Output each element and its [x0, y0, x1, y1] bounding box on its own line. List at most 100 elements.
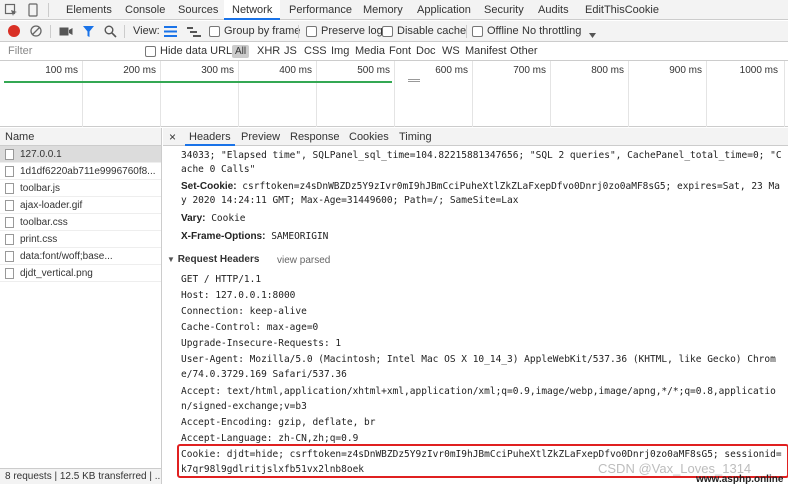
- timeline-gridline: [784, 61, 785, 127]
- filter-type-all[interactable]: All: [232, 45, 250, 58]
- request-name: ajax-loader.gif: [20, 200, 83, 211]
- tab-audits[interactable]: Audits: [538, 0, 569, 20]
- detail-tabbar: × Headers Preview Response Cookies Timin…: [163, 128, 788, 146]
- network-toolbar: View: Group by frame Preserve log Disabl…: [0, 21, 788, 42]
- inspect-element-icon[interactable]: [4, 3, 18, 17]
- hide-data-urls-label: Hide data URLs: [160, 45, 238, 57]
- disable-cache-checkbox[interactable]: [382, 26, 393, 37]
- tab-performance[interactable]: Performance: [289, 0, 352, 20]
- request-row[interactable]: print.css: [0, 231, 161, 248]
- timeline-tick: 800 ms: [591, 65, 624, 76]
- filter-type-manifest[interactable]: Manifest: [465, 42, 507, 61]
- filter-type-media[interactable]: Media: [355, 42, 385, 61]
- filter-funnel-icon[interactable]: [82, 25, 95, 41]
- request-headers-section[interactable]: ▼ Request Headers: [167, 254, 259, 265]
- timeline-gridline: [628, 61, 629, 127]
- preserve-log-checkbox[interactable]: [306, 26, 317, 37]
- device-toolbar-icon[interactable]: [26, 3, 40, 17]
- timeline-waterfall-bar: [4, 81, 392, 83]
- image-file-icon: [5, 268, 14, 279]
- request-name: data:font/woff;base...: [20, 251, 113, 262]
- timeline-gridline: [706, 61, 707, 127]
- tab-sources[interactable]: Sources: [178, 0, 218, 20]
- waterfall-overview-icon[interactable]: [187, 26, 201, 40]
- request-row[interactable]: toolbar.css: [0, 214, 161, 231]
- hide-data-urls-checkbox[interactable]: [145, 46, 156, 57]
- request-header-line: Accept-Encoding: gzip, deflate, br: [181, 417, 376, 428]
- filter-type-xhr[interactable]: XHR: [257, 42, 280, 61]
- tabbar-divider: [48, 3, 49, 17]
- header-key: X-Frame-Options:: [181, 231, 266, 242]
- filter-type-doc[interactable]: Doc: [416, 42, 436, 61]
- record-icon[interactable]: [8, 25, 20, 37]
- tab-editthiscookie[interactable]: EditThisCookie: [585, 0, 659, 20]
- timeline-gridline: [316, 61, 317, 127]
- tab-console[interactable]: Console: [125, 0, 165, 20]
- request-header-line: User-Agent: Mozilla/5.0 (Macintosh; Inte…: [181, 354, 776, 365]
- throttling-select[interactable]: No throttling: [522, 21, 581, 42]
- timeline-gridline: [160, 61, 161, 127]
- request-header-line: Accept: text/html,application/xhtml+xml,…: [181, 386, 776, 397]
- large-rows-icon[interactable]: [164, 26, 177, 40]
- screenshot-camera-icon[interactable]: [59, 26, 73, 40]
- filter-type-other[interactable]: Other: [510, 42, 538, 61]
- filter-type-font[interactable]: Font: [389, 42, 411, 61]
- filter-type-js[interactable]: JS: [284, 42, 297, 61]
- filter-type-ws[interactable]: WS: [442, 42, 460, 61]
- script-file-icon: [5, 183, 14, 194]
- timeline-tick: 500 ms: [357, 65, 390, 76]
- timeline-resource-marker: [408, 79, 420, 82]
- request-row[interactable]: toolbar.js: [0, 180, 161, 197]
- view-parsed-link[interactable]: view parsed: [277, 255, 330, 266]
- set-cookie-header: Set-Cookie: csrftoken=z4sDnWBZDz5Y9zIvr0…: [181, 181, 780, 192]
- image-file-icon: [5, 200, 14, 211]
- request-header-line: n/signed-exchange;v=b3: [181, 401, 307, 412]
- tab-security[interactable]: Security: [484, 0, 524, 20]
- tab-memory[interactable]: Memory: [363, 0, 403, 20]
- tab-response[interactable]: Response: [290, 128, 340, 146]
- toolbar-divider: [50, 25, 51, 38]
- tab-preview[interactable]: Preview: [241, 128, 280, 146]
- filter-type-img[interactable]: Img: [331, 42, 349, 61]
- script-file-icon: [5, 166, 14, 177]
- request-header-line: Accept-Language: zh-CN,zh;q=0.9: [181, 433, 359, 444]
- header-key: Vary:: [181, 213, 206, 224]
- filter-input[interactable]: Filter: [8, 42, 32, 61]
- tab-headers[interactable]: Headers: [185, 128, 235, 146]
- tab-timing[interactable]: Timing: [399, 128, 432, 146]
- request-row[interactable]: ajax-loader.gif: [0, 197, 161, 214]
- close-icon[interactable]: ×: [169, 128, 176, 146]
- filter-bar: Filter Hide data URLs All XHR JS CSS Img…: [0, 42, 788, 61]
- timeline-tick: 400 ms: [279, 65, 312, 76]
- toolbar-divider: [466, 25, 467, 38]
- group-by-frame-checkbox[interactable]: [209, 26, 220, 37]
- tab-elements[interactable]: Elements: [66, 0, 112, 20]
- header-continuation: y 2020 14:24:11 GMT; Max-Age=31449600; P…: [181, 195, 519, 206]
- tab-network[interactable]: Network: [224, 0, 281, 20]
- tab-application[interactable]: Application: [417, 0, 471, 20]
- request-row[interactable]: data:font/woff;base...: [0, 248, 161, 265]
- request-row[interactable]: 127.0.0.1: [0, 146, 161, 163]
- request-list-header[interactable]: Name: [0, 128, 161, 146]
- timeline-gridline: [550, 61, 551, 127]
- request-header-line: e/74.0.3729.169 Safari/537.36: [181, 369, 347, 380]
- view-label: View:: [133, 25, 160, 37]
- timeline-overview[interactable]: 100 ms 200 ms 300 ms 400 ms 500 ms 600 m…: [0, 61, 788, 127]
- disable-cache-label: Disable cache: [397, 25, 467, 37]
- search-icon[interactable]: [104, 25, 117, 41]
- header-key: Set-Cookie:: [181, 181, 237, 192]
- offline-checkbox[interactable]: [472, 26, 483, 37]
- filter-type-css[interactable]: CSS: [304, 42, 327, 61]
- header-value: Cookie: [211, 213, 246, 224]
- header-continuation: ache 0 Calls": [181, 164, 256, 175]
- request-row[interactable]: djdt_vertical.png: [0, 265, 161, 282]
- watermark-site: www.asphp.online: [696, 474, 784, 484]
- tab-cookies[interactable]: Cookies: [349, 128, 389, 146]
- request-header-line: Host: 127.0.0.1:8000: [181, 290, 296, 301]
- request-row[interactable]: 1d1df6220ab711e9996760f8...: [0, 163, 161, 180]
- clear-icon[interactable]: [30, 25, 42, 40]
- request-name: djdt_vertical.png: [20, 268, 93, 279]
- chevron-down-icon[interactable]: [589, 29, 596, 41]
- request-name: 127.0.0.1: [20, 149, 62, 160]
- toolbar-divider: [124, 25, 125, 38]
